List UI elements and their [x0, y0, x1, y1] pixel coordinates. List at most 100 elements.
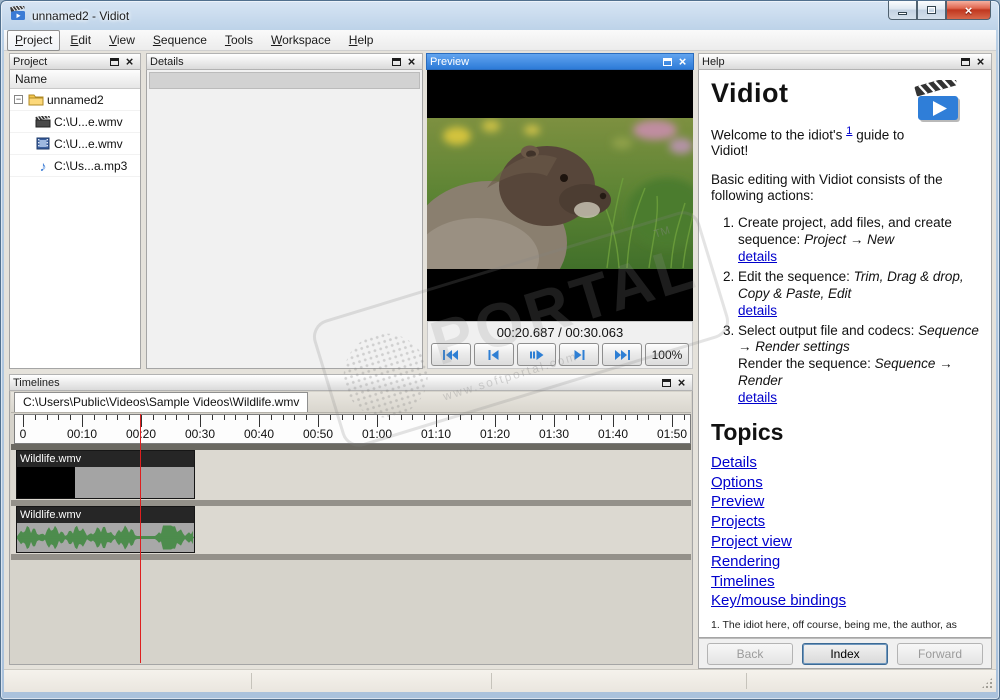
skip-to-start-button[interactable] [431, 343, 471, 366]
details-link[interactable]: details [738, 303, 777, 318]
project-panel-title: Project [13, 56, 47, 68]
minimize-button[interactable] [888, 1, 917, 20]
minimize-icon [898, 12, 907, 15]
project-panel-header: Project × [9, 53, 141, 70]
preview-panel-header: Preview × [426, 53, 694, 70]
status-separator [491, 673, 492, 689]
play-button[interactable] [517, 343, 557, 366]
menu-bar: ProjectEditViewSequenceToolsWorkspaceHel… [4, 30, 996, 51]
project-column-header[interactable]: Name [10, 70, 140, 89]
resize-grip-icon[interactable] [981, 677, 993, 689]
audio-track: Wildlife.wmv [11, 506, 691, 554]
help-step: Create project, add files, and create se… [738, 215, 979, 266]
topics-heading: Topics [711, 419, 979, 446]
menu-edit[interactable]: Edit [62, 30, 99, 51]
details-panel: Details × [146, 53, 423, 369]
next-frame-button[interactable] [559, 343, 599, 366]
tree-item-label: C:\U...e.wmv [54, 115, 123, 129]
timelines-close-button[interactable]: × [674, 376, 689, 389]
topic-link-preview[interactable]: Preview [711, 492, 764, 512]
project-tree: −unnamed2C:\U...e.wmvC:\U...e.wmv♪C:\Us.… [10, 89, 140, 177]
topic-link-timelines[interactable]: Timelines [711, 572, 775, 592]
playhead[interactable] [140, 414, 141, 663]
footnote-text: 1. The idiot here, off course, being me,… [711, 619, 957, 638]
ruler-label: 01:10 [421, 427, 451, 441]
timeline-tab[interactable]: C:\Users\Public\Videos\Sample Videos\Wil… [14, 392, 308, 412]
help-float-button[interactable] [958, 55, 973, 68]
help-steps: Create project, add files, and create se… [711, 215, 979, 407]
skip-to-end-button[interactable] [602, 343, 642, 366]
help-topics: DetailsOptionsPreviewProjectsProject vie… [711, 453, 979, 611]
music-note-icon: ♪ [34, 159, 52, 173]
float-icon [392, 58, 401, 66]
video-track: Wildlife.wmv [11, 450, 691, 500]
audio-clip[interactable]: Wildlife.wmv [16, 506, 195, 553]
menu-workspace[interactable]: Workspace [263, 30, 339, 51]
help-welcome: Welcome to the idiot's 1 guide to Vidiot… [711, 125, 979, 158]
tree-collapse-icon[interactable]: − [14, 95, 23, 104]
ruler-label: 00:30 [185, 427, 215, 441]
title-bar[interactable]: unnamed2 - Vidiot × [1, 1, 999, 30]
video-clip[interactable]: Wildlife.wmv [16, 450, 195, 499]
help-close-button[interactable]: × [973, 55, 988, 68]
audio-waveform [17, 523, 194, 552]
preview-controls: 100% [427, 341, 693, 369]
menu-tools[interactable]: Tools [217, 30, 261, 51]
status-bar [4, 669, 996, 692]
timelines-panel-title: Timelines [13, 377, 60, 389]
details-link[interactable]: details [738, 249, 777, 264]
status-separator [746, 673, 747, 689]
video-viewport[interactable] [427, 70, 693, 321]
topic-link-rendering[interactable]: Rendering [711, 552, 780, 572]
clip-label: Wildlife.wmv [17, 451, 194, 467]
tracks-area: Wildlife.wmv Wildlife.wmv [11, 444, 691, 663]
menu-sequence[interactable]: Sequence [145, 30, 215, 51]
video-frame-marmot [427, 118, 693, 269]
preview-close-button[interactable]: × [675, 55, 690, 68]
film-icon [34, 137, 52, 150]
zoom-level-button[interactable]: 100% [645, 343, 689, 366]
help-footnote: 1. The idiot here, off course, being me,… [711, 615, 979, 638]
ruler-label: 0 [20, 427, 27, 441]
video-clip-body [17, 467, 194, 498]
help-step: Edit the sequence: Trim, Drag & drop, Co… [738, 269, 979, 320]
help-panel-header: Help × [698, 53, 992, 70]
help-step: Select output file and codecs: Sequence … [738, 323, 979, 407]
preview-float-button[interactable] [660, 55, 675, 68]
topic-link-options[interactable]: Options [711, 473, 763, 493]
float-icon [961, 58, 970, 66]
timeline-ruler[interactable]: 000:1000:2000:3000:4000:5001:0001:1001:2… [14, 414, 691, 444]
help-panel-title: Help [702, 56, 725, 68]
details-link[interactable]: details [738, 390, 777, 405]
topic-link-project-view[interactable]: Project view [711, 532, 792, 552]
project-item-root[interactable]: −unnamed2 [10, 89, 140, 111]
float-icon [662, 379, 671, 387]
close-button[interactable]: × [946, 1, 991, 20]
project-item-film[interactable]: C:\U...e.wmv [10, 133, 140, 155]
ruler-label: 01:30 [539, 427, 569, 441]
clapperboard-icon [34, 116, 52, 128]
back-button[interactable]: Back [707, 643, 793, 665]
details-close-button[interactable]: × [404, 55, 419, 68]
project-close-button[interactable]: × [122, 55, 137, 68]
topic-link-details[interactable]: Details [711, 453, 757, 473]
project-float-button[interactable] [107, 55, 122, 68]
maximize-icon [927, 6, 936, 14]
menu-view[interactable]: View [101, 30, 143, 51]
project-item-music-note[interactable]: ♪C:\Us...a.mp3 [10, 155, 140, 177]
menu-project[interactable]: Project [7, 30, 60, 51]
project-item-clapperboard[interactable]: C:\U...e.wmv [10, 111, 140, 133]
topic-link-key-mouse-bindings[interactable]: Key/mouse bindings [711, 591, 846, 611]
timelines-float-button[interactable] [659, 376, 674, 389]
track-divider[interactable] [11, 554, 691, 560]
menu-help[interactable]: Help [341, 30, 382, 51]
forward-button[interactable]: Forward [897, 643, 983, 665]
maximize-button[interactable] [917, 1, 946, 20]
index-button[interactable]: Index [802, 643, 888, 665]
details-float-button[interactable] [389, 55, 404, 68]
topic-link-projects[interactable]: Projects [711, 512, 765, 532]
help-panel: Help × Vidiot [698, 53, 992, 669]
previous-frame-button[interactable] [474, 343, 514, 366]
footnote-ref-link[interactable]: 1 [846, 125, 852, 137]
timelines-panel: Timelines × C:\Users\Public\Videos\Sampl… [9, 374, 693, 665]
